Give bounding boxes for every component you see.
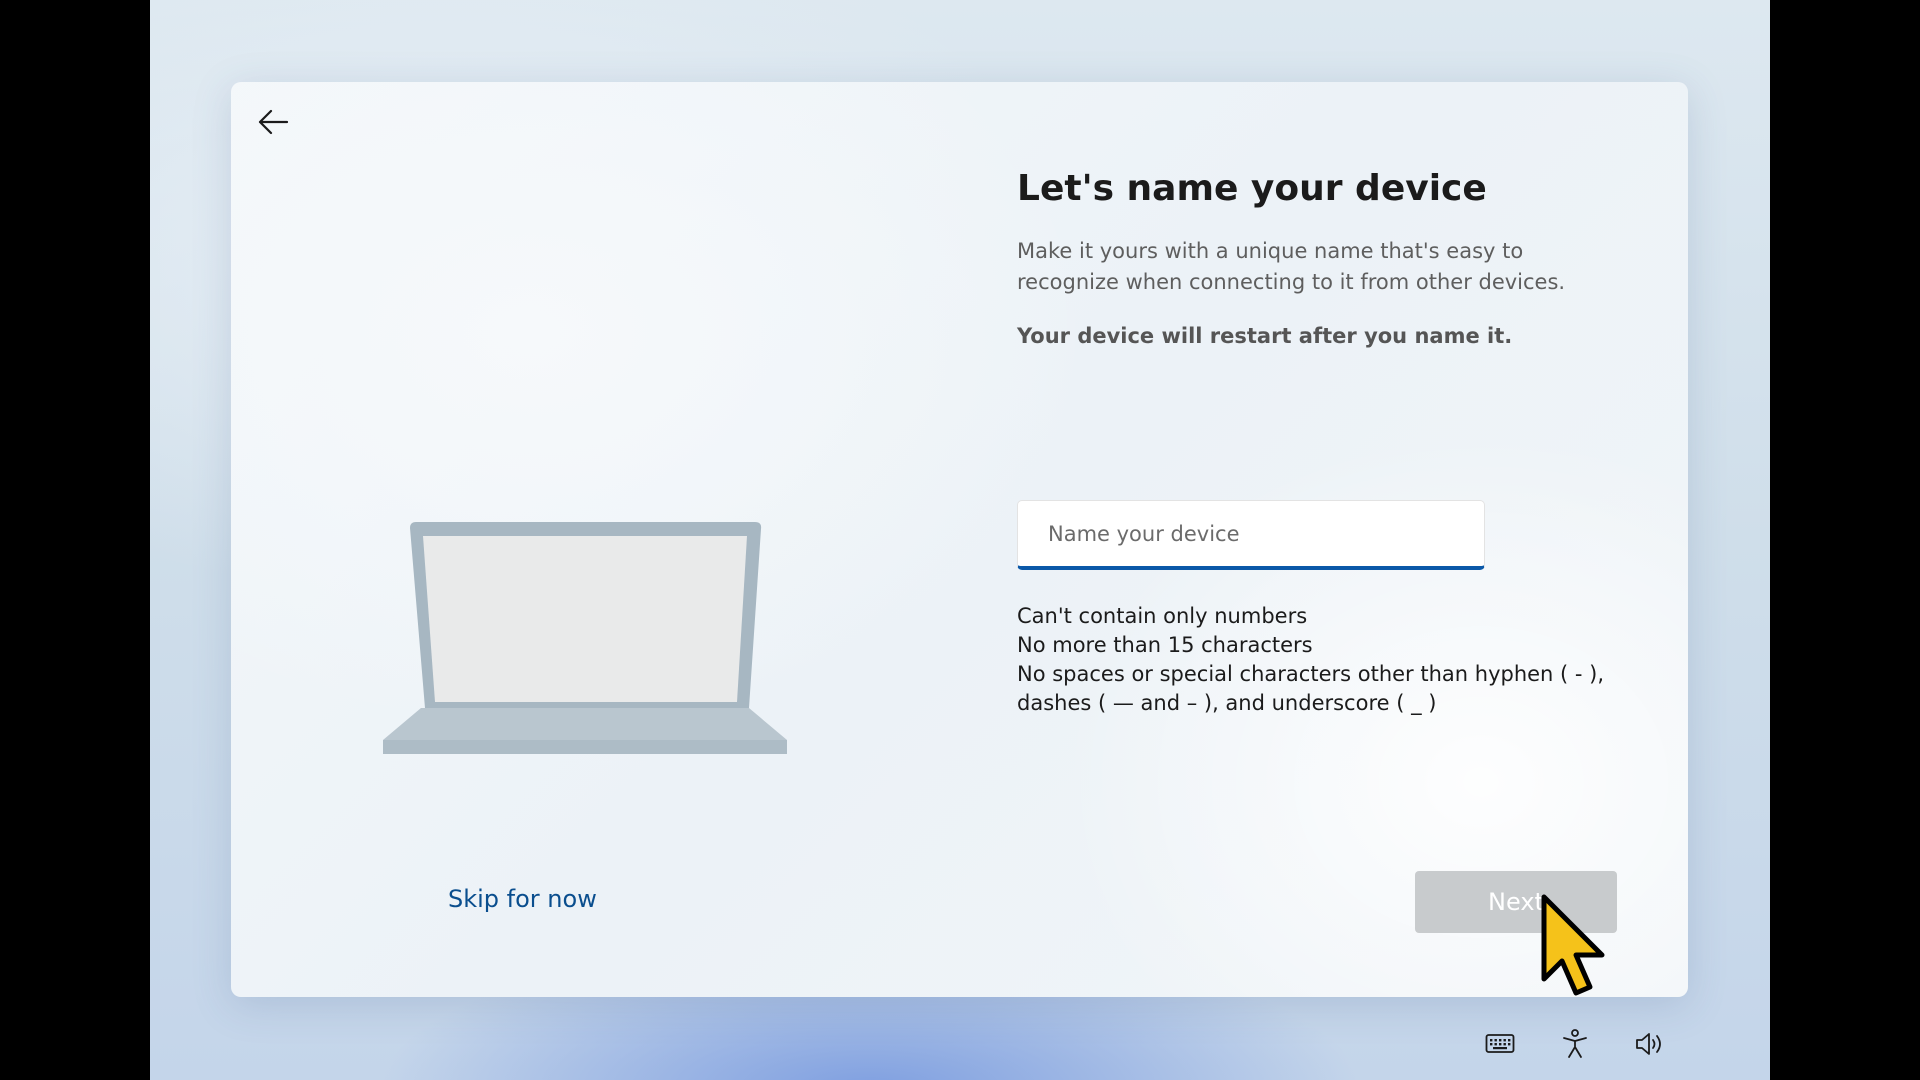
rule-item: No spaces or special characters other th…: [1017, 662, 1605, 715]
keyboard-icon[interactable]: [1480, 1024, 1520, 1064]
page-title: Let's name your device: [1017, 168, 1487, 209]
next-button[interactable]: Next: [1415, 871, 1617, 933]
laptop-illustration: [383, 522, 787, 754]
restart-warning: Your device will restart after you name …: [1017, 324, 1513, 348]
device-name-input[interactable]: [1017, 500, 1485, 570]
naming-rules: Can't contain only numbers No more than …: [1017, 602, 1637, 718]
page-description: Make it yours with a unique name that's …: [1017, 239, 1566, 294]
skip-for-now-link[interactable]: Skip for now: [448, 885, 597, 913]
accessibility-icon[interactable]: [1555, 1024, 1595, 1064]
back-arrow-icon[interactable]: [251, 100, 295, 144]
rule-item: Can't contain only numbers: [1017, 604, 1308, 628]
oobe-screen: Let's name your device Make it yours wit…: [150, 0, 1770, 1080]
rule-item: No more than 15 characters: [1017, 633, 1313, 657]
volume-icon[interactable]: [1630, 1024, 1670, 1064]
setup-dialog: Let's name your device Make it yours wit…: [231, 82, 1688, 997]
